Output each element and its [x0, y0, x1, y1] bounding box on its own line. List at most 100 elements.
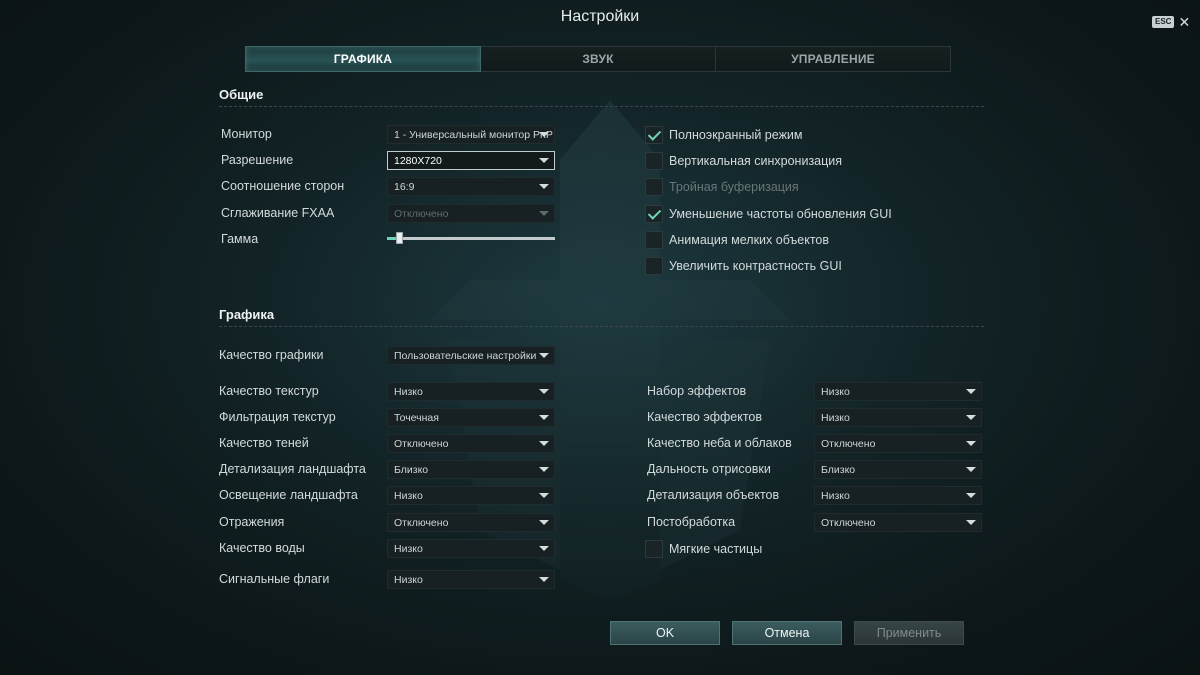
checkbox-label: Уменьшение частоты обновления GUI: [669, 207, 892, 221]
monitor-dropdown[interactable]: 1 - Универсальный монитор PnP: [387, 125, 555, 144]
checkbox-label: Анимация мелких объектов: [669, 233, 829, 247]
chevron-down-icon: [539, 132, 549, 137]
sky-quality-value: Отключено: [821, 437, 876, 450]
chevron-down-icon: [539, 546, 549, 551]
postprocessing-dropdown[interactable]: Отключено: [814, 513, 982, 532]
terrain-detail-dropdown[interactable]: Близко: [387, 460, 555, 479]
chevron-down-icon: [966, 467, 976, 472]
terrain-detail-label: Детализация ландшафта: [219, 462, 366, 476]
fxaa-value: Отключено: [394, 207, 449, 220]
ok-button[interactable]: OK: [610, 621, 720, 645]
object-detail-value: Низко: [821, 489, 850, 502]
draw-distance-label: Дальность отрисовки: [647, 462, 771, 476]
checkbox-triple-buffering: Тройная буферизация: [645, 178, 799, 196]
chevron-down-icon: [966, 493, 976, 498]
graphics-quality-value: Пользовательские настройки: [394, 349, 537, 362]
checkbox-box[interactable]: [645, 152, 663, 170]
terrain-lighting-value: Низко: [394, 489, 423, 502]
gamma-slider[interactable]: [387, 232, 555, 244]
water-quality-dropdown[interactable]: Низко: [387, 539, 555, 558]
tab-controls[interactable]: УПРАВЛЕНИЕ: [716, 46, 951, 72]
texture-filtering-dropdown[interactable]: Точечная: [387, 408, 555, 427]
texture-filtering-value: Точечная: [394, 411, 439, 424]
checkbox-box[interactable]: [645, 231, 663, 249]
chevron-down-icon: [539, 211, 549, 216]
section-graphics-heading: Графика: [219, 307, 984, 327]
effects-quality-value: Низко: [821, 411, 850, 424]
resolution-value: 1280X720: [394, 154, 442, 167]
aspect-label: Соотношение сторон: [221, 179, 345, 193]
effects-quality-label: Качество эффектов: [647, 410, 763, 424]
esc-key-icon: ESC: [1152, 16, 1175, 28]
chevron-down-icon: [539, 467, 549, 472]
graphics-quality-dropdown[interactable]: Пользовательские настройки: [387, 346, 555, 365]
draw-distance-dropdown[interactable]: Близко: [814, 460, 982, 479]
resolution-label: Разрешение: [221, 153, 294, 167]
sky-quality-label: Качество неба и облаков: [647, 436, 792, 450]
checkbox-box[interactable]: [645, 540, 663, 558]
draw-distance-value: Близко: [821, 463, 856, 476]
aspect-value: 16:9: [394, 180, 415, 193]
chevron-down-icon: [539, 493, 549, 498]
checkbox-box[interactable]: [645, 205, 663, 223]
water-quality-label: Качество воды: [219, 541, 305, 555]
chevron-down-icon: [539, 158, 549, 163]
terrain-lighting-dropdown[interactable]: Низко: [387, 486, 555, 505]
checkbox-label: Полноэкранный режим: [669, 128, 803, 142]
effects-set-value: Низко: [821, 385, 850, 398]
reflections-value: Отключено: [394, 516, 449, 529]
graphics-quality-label: Качество графики: [219, 348, 324, 362]
texture-quality-dropdown[interactable]: Низко: [387, 382, 555, 401]
water-quality-value: Низко: [394, 542, 423, 555]
checkbox-gui-contrast[interactable]: Увеличить контрастность GUI: [645, 257, 842, 275]
effects-set-dropdown[interactable]: Низко: [814, 382, 982, 401]
tab-sound[interactable]: ЗВУК: [481, 46, 716, 72]
chevron-down-icon: [966, 441, 976, 446]
close-button[interactable]: ESC ✕: [1152, 14, 1191, 30]
aspect-dropdown[interactable]: 16:9: [387, 177, 555, 196]
checkbox-soft-particles[interactable]: Мягкие частицы: [645, 540, 762, 558]
checkbox-gui-refresh[interactable]: Уменьшение частоты обновления GUI: [645, 205, 892, 223]
chevron-down-icon: [966, 415, 976, 420]
reflections-label: Отражения: [219, 515, 285, 529]
gamma-slider-handle[interactable]: [395, 232, 403, 244]
chevron-down-icon: [966, 389, 976, 394]
shadow-quality-value: Отключено: [394, 437, 449, 450]
sky-quality-dropdown[interactable]: Отключено: [814, 434, 982, 453]
checkbox-box[interactable]: [645, 126, 663, 144]
gamma-label: Гамма: [221, 232, 259, 246]
postprocessing-value: Отключено: [821, 516, 876, 529]
checkbox-fullscreen[interactable]: Полноэкранный режим: [645, 126, 803, 144]
chevron-down-icon: [539, 389, 549, 394]
close-icon: ✕: [1178, 14, 1191, 30]
chevron-down-icon: [539, 441, 549, 446]
fxaa-dropdown: Отключено: [387, 204, 555, 223]
apply-button: Применить: [854, 621, 964, 645]
chevron-down-icon: [966, 520, 976, 525]
resolution-dropdown[interactable]: 1280X720: [387, 151, 555, 170]
fxaa-label: Сглаживание FXAA: [221, 206, 335, 220]
cancel-button[interactable]: Отмена: [732, 621, 842, 645]
texture-quality-value: Низко: [394, 385, 423, 398]
reflections-dropdown[interactable]: Отключено: [387, 513, 555, 532]
chevron-down-icon: [539, 520, 549, 525]
object-detail-dropdown[interactable]: Низко: [814, 486, 982, 505]
checkbox-small-objects-animation[interactable]: Анимация мелких объектов: [645, 231, 829, 249]
page-title: Настройки: [560, 8, 640, 25]
checkbox-box[interactable]: [645, 257, 663, 275]
checkbox-label: Увеличить контрастность GUI: [669, 259, 842, 273]
signal-flags-dropdown[interactable]: Низко: [387, 570, 555, 589]
checkbox-vsync[interactable]: Вертикальная синхронизация: [645, 152, 842, 170]
effects-quality-dropdown[interactable]: Низко: [814, 408, 982, 427]
tab-graphics[interactable]: ГРАФИКА: [245, 46, 481, 72]
settings-tabs: ГРАФИКА ЗВУК УПРАВЛЕНИЕ: [245, 46, 951, 72]
section-general-heading: Общие: [219, 87, 984, 107]
checkbox-label: Вертикальная синхронизация: [669, 154, 843, 168]
checkbox-label: Тройная буферизация: [669, 180, 799, 194]
chevron-down-icon: [539, 415, 549, 420]
effects-set-label: Набор эффектов: [647, 384, 747, 398]
terrain-detail-value: Близко: [394, 463, 429, 476]
texture-quality-label: Качество текстур: [219, 384, 319, 398]
shadow-quality-dropdown[interactable]: Отключено: [387, 434, 555, 453]
shadow-quality-label: Качество теней: [219, 436, 309, 450]
